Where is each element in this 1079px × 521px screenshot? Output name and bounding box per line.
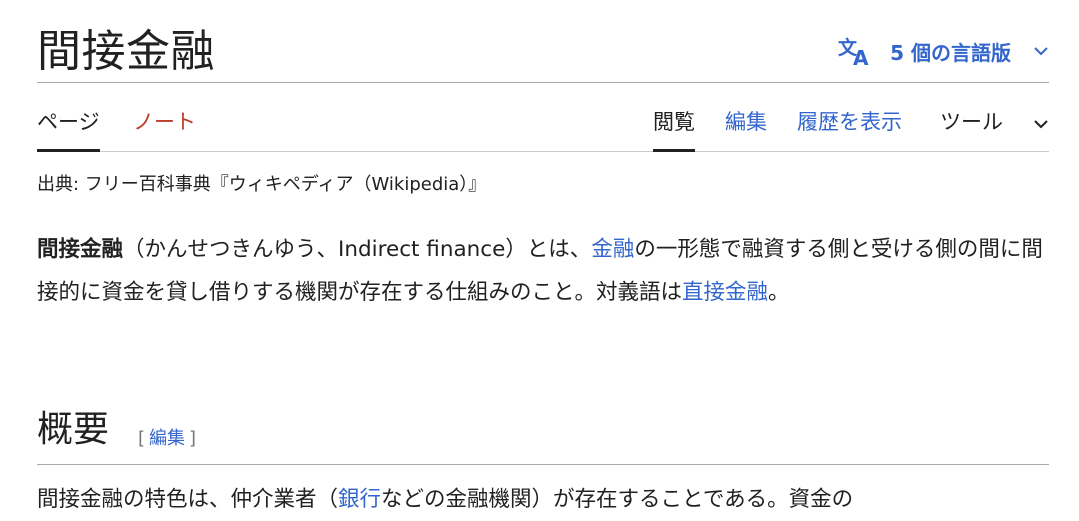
link-kinyu[interactable]: 金融 [591, 237, 634, 262]
bracket-close: ] [189, 428, 197, 449]
tools-menu[interactable]: ツール [940, 107, 1003, 151]
section-edit-link[interactable]: 編集 [149, 428, 185, 449]
intro-text-3: 。 [768, 280, 790, 305]
chevron-down-icon [1033, 43, 1049, 59]
title-row: 間接金融 文 A 5 個の言語版 [37, 0, 1049, 83]
article-page: 間接金融 文 A 5 個の言語版 ページ ノート 閲覧 編集 履歴を表示 ツール [37, 0, 1049, 512]
language-count-label: 5 個の言語版 [890, 40, 1011, 65]
page-title: 間接金融 [37, 26, 215, 77]
page-tabs: ページ ノート 閲覧 編集 履歴を表示 ツール [37, 83, 1049, 152]
section-heading-overview: 概要 [編集] [37, 403, 1049, 465]
tab-page[interactable]: ページ [37, 107, 100, 152]
link-ginko[interactable]: 銀行 [338, 487, 381, 512]
overview-text-2: などの金融機関）が存在することである。資金の [381, 487, 854, 512]
tab-read[interactable]: 閲覧 [653, 107, 695, 152]
translate-icon: 文 A [838, 36, 872, 66]
bold-term: 間接金融 [37, 237, 124, 262]
chevron-down-icon[interactable] [1033, 116, 1049, 132]
section-title: 概要 [37, 409, 110, 450]
site-subtitle: 出典: フリー百科事典『ウィキペディア（Wikipedia）』 [37, 174, 487, 195]
intro-text-1: （かんせつきんゆう、Indirect finance）とは、 [123, 237, 592, 262]
bracket-open: [ [138, 428, 146, 449]
tab-history[interactable]: 履歴を表示 [797, 107, 902, 151]
link-chokusetsu-kinyu[interactable]: 直接金融 [682, 280, 768, 305]
tab-edit[interactable]: 編集 [725, 107, 767, 151]
language-selector-button[interactable]: 文 A 5 個の言語版 [838, 35, 1049, 67]
section-edit: [編集] [138, 427, 196, 451]
tab-talk[interactable]: ノート [133, 107, 196, 151]
overview-paragraph: 間接金融の特色は、仲介業者（銀行などの金融機関）が存在することである。資金の [37, 478, 1049, 521]
intro-paragraph: 間接金融（かんせつきんゆう、Indirect finance）とは、金融の一形態… [37, 228, 1049, 314]
overview-text-1: 間接金融の特色は、仲介業者（ [37, 487, 339, 512]
svg-text:A: A [853, 46, 869, 66]
